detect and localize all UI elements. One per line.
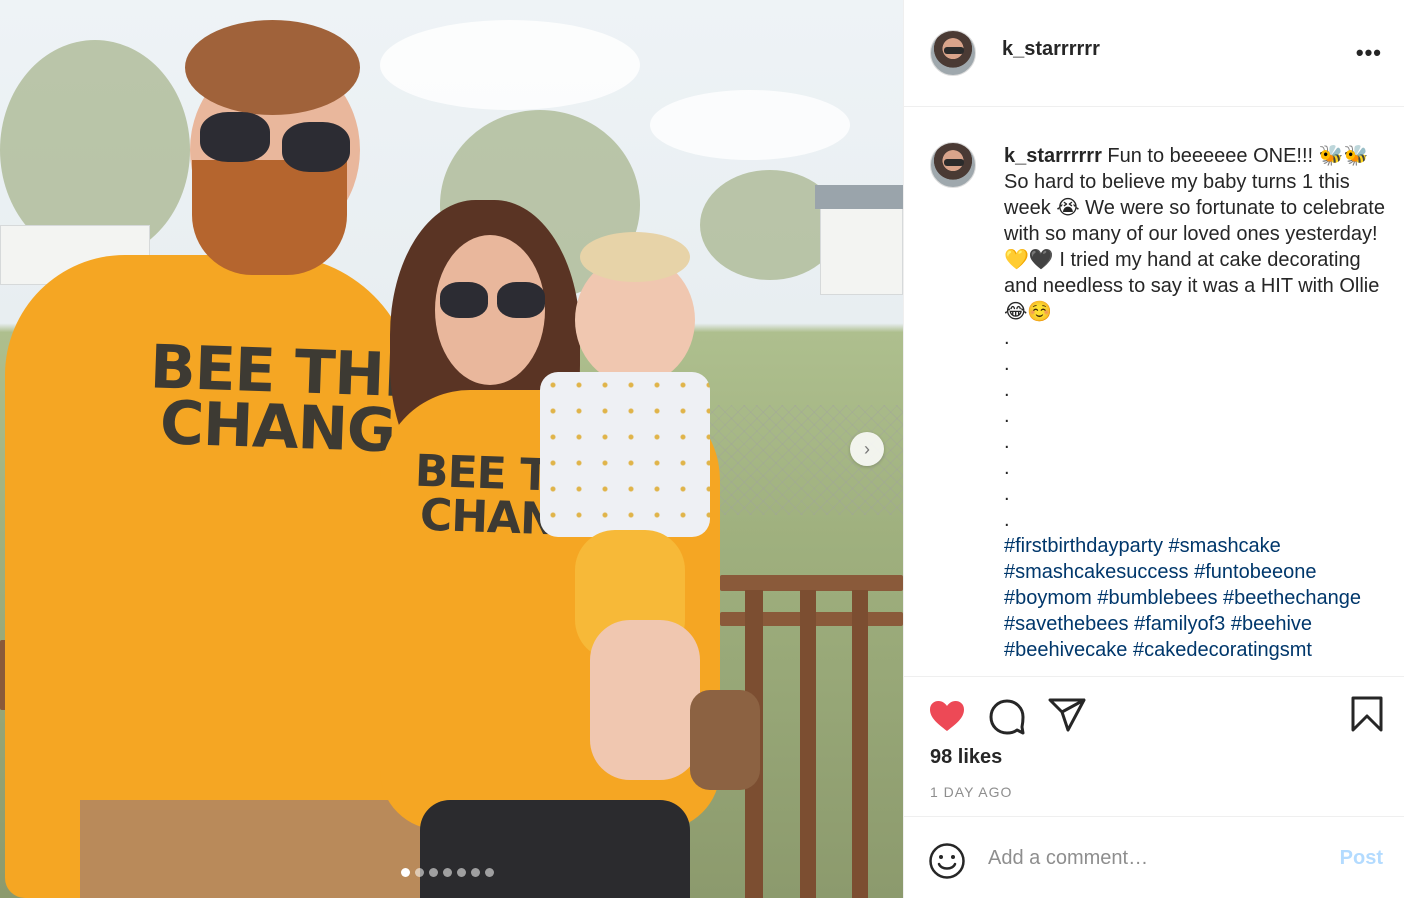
username-link[interactable]: k_starrrrrr (1002, 38, 1100, 61)
woman-pants (420, 800, 690, 898)
hashtag-link[interactable]: #smashcake (1169, 535, 1281, 557)
deck-rail (720, 575, 903, 591)
caption-dot: . (1004, 457, 1010, 479)
caption-dots: ........ (1004, 325, 1389, 533)
cloud (380, 20, 640, 110)
hashtag-link[interactable]: #bumblebees (1097, 587, 1217, 609)
caption-dot: . (1004, 327, 1010, 349)
hashtag-link[interactable]: #savethebees (1004, 613, 1129, 635)
save-bookmark-icon[interactable] (1350, 695, 1384, 733)
next-image-button[interactable]: › (850, 432, 884, 466)
deck-post (800, 590, 816, 898)
hashtag-link[interactable]: #boymom (1004, 587, 1092, 609)
carousel-dot (471, 868, 480, 877)
hashtag-link[interactable]: #smashcakesuccess (1004, 561, 1189, 583)
caption-dot: . (1004, 379, 1010, 401)
carousel-dot (415, 868, 424, 877)
hashtag-link[interactable]: #familyof3 (1134, 613, 1225, 635)
avatar[interactable] (930, 30, 976, 76)
caption-username[interactable]: k_starrrrrr (1004, 145, 1102, 167)
caption-dot: . (1004, 353, 1010, 375)
post-side-panel: k_starrrrrr ••• k_starrrrrr Fun to beeee… (903, 0, 1404, 898)
hashtag-link[interactable]: #beehivecake (1004, 639, 1127, 661)
caption-dot: . (1004, 431, 1010, 453)
shirt-text: CHAN (419, 489, 557, 546)
hashtag-link[interactable]: #firstbirthdayparty (1004, 535, 1163, 557)
post-comment-button[interactable]: Post (1340, 847, 1383, 870)
caption-dot: . (1004, 483, 1010, 505)
man-beard (192, 160, 347, 275)
man-sunglasses (282, 122, 350, 172)
comment-input[interactable] (988, 843, 1298, 873)
post-photo[interactable]: BEE THE CHANGE BEE T CHAN › (0, 0, 903, 898)
hashtag-link[interactable]: #funtobeeone (1194, 561, 1316, 583)
more-options-icon[interactable]: ••• (1356, 40, 1382, 66)
like-heart-icon[interactable] (928, 699, 966, 733)
caption-text: Fun to beeeeee ONE!!! 🐝🐝 So hard to beli… (1004, 145, 1385, 323)
man-shorts (80, 800, 420, 898)
comment-icon[interactable] (988, 697, 1026, 735)
post-actions: 98 likes 1 DAY AGO (904, 676, 1404, 816)
emoji-icon[interactable] (928, 842, 966, 880)
carousel-dot (443, 868, 452, 877)
baby-outfit (540, 372, 710, 537)
carousel-indicator (401, 868, 494, 877)
baby-hair (580, 232, 690, 282)
hashtag-list: #firstbirthdayparty #smashcake #smashcak… (1004, 533, 1389, 663)
man-hair (185, 20, 360, 115)
share-send-icon[interactable] (1047, 697, 1087, 733)
cloud (650, 90, 850, 160)
carousel-dot (457, 868, 466, 877)
caption-dot: . (1004, 405, 1010, 427)
woman-sunglasses (497, 282, 545, 318)
post-timestamp[interactable]: 1 DAY AGO (930, 784, 1012, 800)
hashtag-link[interactable]: #cakedecoratingsmt (1133, 639, 1312, 661)
house-roof (815, 185, 903, 209)
hashtag-link[interactable]: #beethechange (1223, 587, 1361, 609)
house (820, 205, 903, 295)
baby-shoe (690, 690, 760, 790)
likes-count[interactable]: 98 likes (930, 746, 1002, 769)
caption-scroll-area[interactable]: k_starrrrrr Fun to beeeeee ONE!!! 🐝🐝 So … (904, 107, 1404, 675)
caption-dot: . (1004, 509, 1010, 531)
caption: k_starrrrrr Fun to beeeeee ONE!!! 🐝🐝 So … (1004, 143, 1389, 663)
post-header: k_starrrrrr ••• (904, 0, 1404, 107)
carousel-dot (429, 868, 438, 877)
hashtag-link[interactable]: #beehive (1231, 613, 1312, 635)
carousel-dot (485, 868, 494, 877)
man-sunglasses (200, 112, 270, 162)
baby-legs (590, 620, 700, 780)
carousel-dot (401, 868, 410, 877)
woman-sunglasses (440, 282, 488, 318)
deck-post (852, 590, 868, 898)
avatar[interactable] (930, 142, 976, 188)
comment-bar: Post (904, 816, 1404, 898)
